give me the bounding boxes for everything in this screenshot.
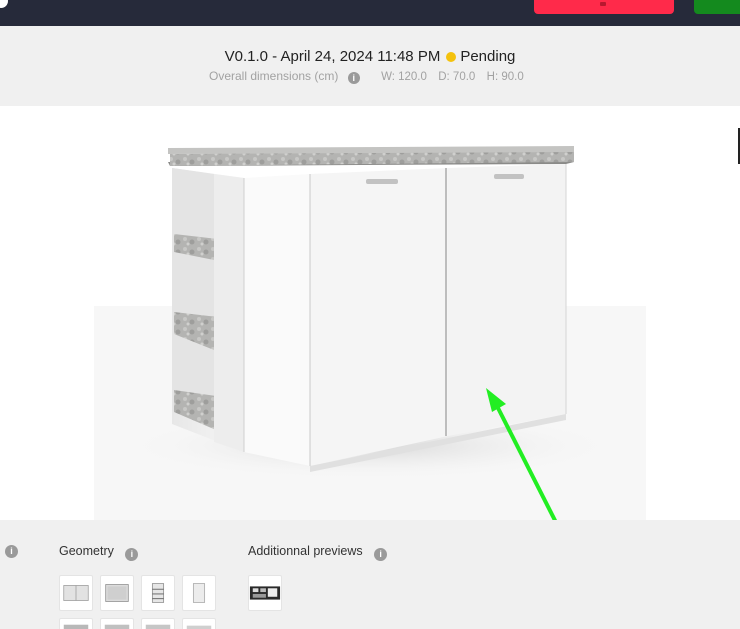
caret-icon — [600, 2, 606, 6]
geometry-thumb[interactable] — [182, 618, 216, 629]
dimensions-label: Overall dimensions (cm) — [209, 69, 339, 83]
menu-corner-icon[interactable] — [0, 0, 8, 8]
version-header: V0.1.0 - April 24, 2024 11:48 PM Pending … — [0, 26, 740, 106]
height-value: H: 90.0 — [486, 71, 524, 83]
info-icon[interactable]: i — [347, 72, 360, 84]
info-icon[interactable]: i — [125, 548, 139, 561]
geometry-thumb[interactable] — [59, 618, 93, 629]
product-preview — [0, 106, 740, 520]
geometry-thumb[interactable] — [182, 575, 216, 611]
version-label: V0.1.0 — [224, 48, 268, 65]
annotation-arrow — [486, 388, 558, 520]
geometry-thumb[interactable] — [141, 618, 175, 629]
asset-panel: i Geometry i Additionnal previews i — [0, 520, 740, 629]
previews-title: Additionnal previews — [248, 544, 363, 558]
geometry-thumb[interactable] — [100, 618, 134, 629]
reject-button[interactable] — [534, 0, 674, 14]
geometry-title: Geometry — [59, 544, 114, 558]
info-icon[interactable]: i — [5, 545, 18, 558]
geometry-thumb[interactable] — [100, 575, 134, 611]
status-badge: Pending — [460, 48, 516, 65]
geometry-thumb[interactable] — [141, 575, 175, 611]
info-icon[interactable]: i — [374, 548, 388, 561]
geometry-section-title: Geometry i — [59, 544, 139, 561]
depth-value: D: 70.0 — [438, 71, 476, 83]
approve-button[interactable] — [694, 0, 740, 14]
version-line: V0.1.0 - April 24, 2024 11:48 PM Pending — [224, 48, 516, 65]
geometry-thumb[interactable] — [59, 575, 93, 611]
top-bar — [0, 0, 740, 26]
previews-section-title: Additionnal previews i — [248, 544, 388, 561]
dimensions-line: Overall dimensions (cm) i W: 120.0 D: 70… — [209, 69, 532, 84]
width-value: W: 120.0 — [381, 71, 427, 83]
status-dot-icon — [446, 52, 457, 62]
preview-thumb[interactable] — [248, 575, 282, 611]
version-date: April 24, 2024 11:48 PM — [280, 48, 441, 65]
